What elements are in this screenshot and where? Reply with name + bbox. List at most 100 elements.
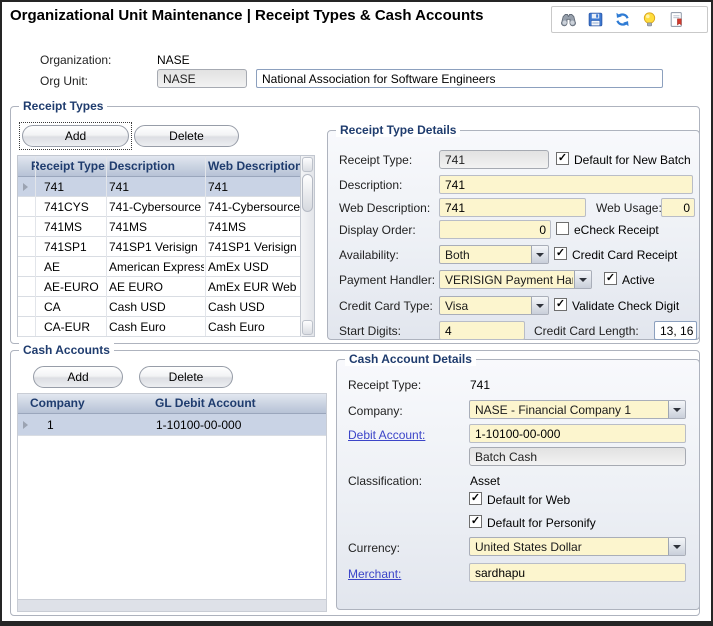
exit-document-icon[interactable]	[668, 11, 685, 28]
receipt-types-grid-header: Receipt Type Description Web Description	[18, 156, 314, 177]
column-header-description[interactable]: Description	[109, 159, 175, 173]
chevron-down-icon[interactable]	[531, 246, 548, 263]
default-for-new-batch-label: Default for New Batch	[574, 153, 691, 167]
availability-select[interactable]: Both	[439, 245, 549, 264]
default-for-personify-checkbox[interactable]: ✓	[469, 515, 482, 528]
add-receipt-type-focus: Add	[19, 122, 132, 150]
table-row[interactable]: 741SP1 741SP1 Verisign 741SP1 Verisign	[18, 237, 302, 257]
credit-card-type-select[interactable]: Visa	[439, 296, 549, 315]
currency-label: Currency:	[348, 541, 400, 555]
validate-check-digit-checkbox[interactable]: ✓	[554, 298, 567, 311]
chevron-down-icon[interactable]	[668, 538, 685, 555]
check-icon: ✓	[606, 273, 615, 284]
description-field[interactable]: 741	[439, 175, 693, 194]
check-icon: ✓	[471, 516, 480, 527]
merchant-field[interactable]: sardhapu	[469, 563, 686, 582]
receipt-type-label: Receipt Type:	[339, 153, 412, 167]
receipt-types-grid: Receipt Type Description Web Description…	[17, 155, 315, 337]
availability-label: Availability:	[339, 248, 399, 262]
credit-card-type-label: Credit Card Type:	[339, 299, 433, 313]
column-header-web-description[interactable]: Web Description	[208, 159, 302, 173]
page-title: Organizational Unit Maintenance | Receip…	[10, 7, 483, 24]
classification-value: Asset	[470, 474, 500, 488]
org-unit-name-field[interactable]: National Association for Software Engine…	[256, 69, 663, 88]
grid-column-divider	[35, 156, 36, 336]
receipt-type-details-legend: Receipt Type Details	[336, 123, 460, 137]
table-row[interactable]: CA Cash USD Cash USD	[18, 297, 302, 317]
company-label: Company:	[348, 404, 403, 418]
active-checkbox[interactable]: ✓	[604, 272, 617, 285]
credit-card-receipt-checkbox[interactable]: ✓	[554, 247, 567, 260]
column-header-company[interactable]: Company	[30, 396, 85, 410]
start-digits-field[interactable]: 4	[439, 321, 525, 340]
scroll-down-button[interactable]	[302, 320, 313, 335]
cash-account-details-group: Cash Account Details Receipt Type: 741 C…	[336, 359, 700, 610]
column-header-gl-debit-account[interactable]: GL Debit Account	[155, 396, 256, 410]
merchant-link[interactable]: Merchant:	[348, 567, 401, 581]
grid-column-divider	[106, 156, 107, 336]
window: Organizational Unit Maintenance | Receip…	[0, 0, 713, 626]
start-digits-label: Start Digits:	[339, 324, 401, 338]
table-row[interactable]: 741MS 741MS 741MS	[18, 217, 302, 237]
grid-column-divider	[205, 156, 206, 336]
organization-label: Organization:	[40, 53, 111, 67]
check-icon: ✓	[556, 299, 565, 310]
table-row[interactable]: AE-EURO AE EURO AmEx EUR Web (V	[18, 277, 302, 297]
check-icon: ✓	[471, 493, 480, 504]
org-unit-code-field: NASE	[157, 69, 247, 88]
web-usage-field[interactable]: 0	[661, 198, 695, 217]
active-label: Active	[622, 273, 655, 287]
cash-accounts-grid-header: Company GL Debit Account	[18, 394, 326, 414]
credit-card-receipt-label: Credit Card Receipt	[572, 248, 677, 262]
add-cash-account-button[interactable]: Add	[33, 366, 123, 388]
display-order-field[interactable]: 0	[439, 220, 551, 239]
echeck-receipt-checkbox[interactable]: ✓	[556, 222, 569, 235]
display-order-label: Display Order:	[339, 223, 416, 237]
currency-select[interactable]: United States Dollar	[469, 537, 686, 556]
table-row[interactable]: CA-EUR Cash Euro Cash Euro	[18, 317, 302, 337]
find-binoculars-icon[interactable]	[560, 11, 577, 28]
web-description-field[interactable]: 741	[439, 198, 586, 217]
delete-receipt-type-button[interactable]: Delete	[134, 125, 239, 147]
scroll-up-button[interactable]	[302, 157, 313, 172]
default-for-web-checkbox[interactable]: ✓	[469, 492, 482, 505]
web-description-label: Web Description:	[339, 201, 430, 215]
column-header-receipt-type[interactable]: Receipt Type	[31, 159, 105, 173]
account-name-field: Batch Cash	[469, 447, 686, 466]
cash-account-details-legend: Cash Account Details	[345, 352, 476, 366]
credit-card-length-label: Credit Card Length:	[534, 324, 639, 338]
check-icon: ✓	[556, 248, 565, 259]
org-unit-label: Org Unit:	[40, 74, 88, 88]
grid-scrollbar[interactable]	[300, 156, 314, 336]
row-selector-arrow-icon	[23, 183, 28, 191]
grid-footer-strip	[18, 599, 326, 611]
payment-handler-select[interactable]: VERISIGN Payment Handle	[439, 270, 592, 289]
table-row[interactable]: 741CYS 741-Cybersource 741-Cybersource	[18, 197, 302, 217]
chevron-down-icon[interactable]	[668, 401, 685, 418]
organization-value: NASE	[157, 53, 190, 67]
add-receipt-type-button[interactable]: Add	[22, 125, 129, 147]
payment-handler-label: Payment Handler:	[339, 273, 435, 287]
cash-accounts-legend: Cash Accounts	[19, 343, 114, 357]
chevron-down-icon[interactable]	[531, 297, 548, 314]
row-selector-arrow-icon	[23, 421, 28, 429]
default-for-new-batch-checkbox[interactable]: ✓	[556, 152, 569, 165]
web-usage-label: Web Usage:	[596, 201, 662, 215]
classification-label: Classification:	[348, 474, 422, 488]
scroll-thumb[interactable]	[302, 174, 313, 212]
refresh-icon[interactable]	[614, 11, 631, 28]
delete-cash-account-button[interactable]: Delete	[139, 366, 233, 388]
credit-card-length-field[interactable]: 13, 16	[654, 321, 697, 340]
table-row[interactable]: 741 741 741	[18, 177, 302, 197]
validate-check-digit-label: Validate Check Digit	[572, 299, 679, 313]
debit-account-link[interactable]: Debit Account:	[348, 428, 425, 442]
chevron-down-icon[interactable]	[574, 271, 591, 288]
company-select[interactable]: NASE - Financial Company 1	[469, 400, 686, 419]
cash-accounts-grid: Company GL Debit Account 1 1-10100-00-00…	[17, 393, 327, 612]
tip-lightbulb-icon[interactable]	[641, 11, 658, 28]
table-row[interactable]: AE American Express AmEx USD	[18, 257, 302, 277]
save-icon[interactable]	[587, 11, 604, 28]
debit-account-field[interactable]: 1-10100-00-000	[469, 424, 686, 443]
table-row[interactable]: 1 1-10100-00-000	[18, 414, 326, 436]
receipt-type-details-group: Receipt Type Details Receipt Type: 741 ✓…	[327, 130, 700, 340]
